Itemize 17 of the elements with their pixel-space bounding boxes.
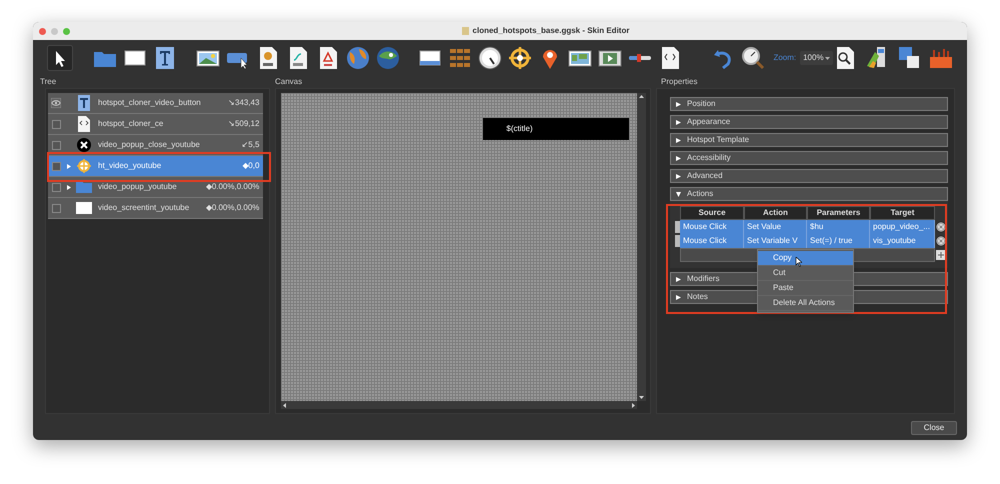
node-name: ht_video_youtube: [98, 160, 162, 172]
panel-title: Properties: [661, 76, 698, 88]
window-title: cloned_hotspots_base.ggsk - Skin Editor: [472, 25, 630, 37]
node-position: ↘343,43: [228, 97, 260, 109]
node-name: video_screentint_youtube: [98, 202, 190, 214]
zoom-label: Zoom:: [773, 52, 796, 64]
node-position: ◆0.00%,0.00%: [206, 181, 260, 193]
node-position: ◆0.00%,0.00%: [206, 202, 260, 214]
node-name: hotspot_cloner_ce: [98, 118, 164, 130]
node-name: video_popup_close_youtube: [98, 139, 200, 151]
node-name: hotspot_cloner_video_button: [98, 97, 201, 109]
node-position: ↙5,5: [241, 139, 260, 151]
node-position: ↘509,12: [228, 118, 260, 130]
panel-title: Tree: [40, 76, 58, 88]
node-position: ◆0,0: [242, 160, 260, 172]
node-name: video_popup_youtube: [98, 181, 177, 193]
panel-title: Canvas: [275, 76, 304, 88]
